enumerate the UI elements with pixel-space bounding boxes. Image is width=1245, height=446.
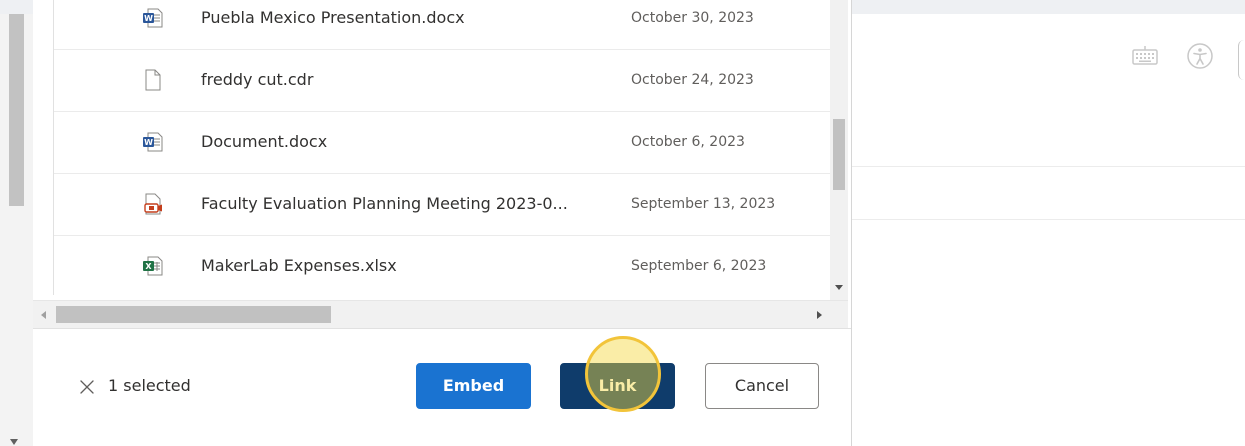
cancel-button[interactable]: Cancel bbox=[705, 363, 819, 409]
link-button[interactable]: Link bbox=[560, 363, 675, 409]
scroll-left-arrow-icon[interactable] bbox=[41, 311, 46, 319]
file-name: MakerLab Expenses.xlsx bbox=[201, 256, 397, 275]
file-name: Puebla Mexico Presentation.docx bbox=[201, 8, 465, 27]
file-row[interactable]: X MakerLab Expenses.xlsx September 6, 20… bbox=[54, 235, 830, 295]
page-side-panel-edge[interactable] bbox=[1238, 40, 1245, 80]
scroll-down-arrow-icon[interactable] bbox=[10, 439, 18, 445]
file-date: October 24, 2023 bbox=[631, 72, 754, 88]
horizontal-scrollbar-thumb[interactable] bbox=[56, 306, 331, 323]
svg-text:W: W bbox=[144, 14, 153, 23]
file-date: September 6, 2023 bbox=[631, 258, 767, 274]
file-name: Faculty Evaluation Planning Meeting 2023… bbox=[201, 194, 568, 213]
close-icon[interactable] bbox=[77, 377, 97, 397]
vertical-scrollbar-thumb[interactable] bbox=[833, 119, 845, 190]
file-picker-dialog: W Puebla Mexico Presentation.docx Octobe… bbox=[33, 0, 852, 446]
excel-file-icon: X bbox=[143, 256, 163, 276]
file-name: freddy cut.cdr bbox=[201, 70, 314, 89]
file-row[interactable]: W Document.docx October 6, 2023 bbox=[54, 111, 830, 174]
file-row[interactable]: freddy cut.cdr October 24, 2023 bbox=[54, 49, 830, 112]
file-list-horizontal-scrollbar[interactable] bbox=[33, 300, 848, 328]
embed-button[interactable]: Embed bbox=[416, 363, 531, 409]
word-file-icon: W bbox=[143, 132, 163, 152]
keyboard-icon[interactable] bbox=[1129, 40, 1161, 72]
recording-file-icon bbox=[144, 193, 162, 215]
word-file-icon: W bbox=[143, 8, 163, 28]
accessibility-icon[interactable] bbox=[1184, 40, 1216, 72]
scroll-right-arrow-icon[interactable] bbox=[817, 311, 822, 319]
file-row[interactable]: W Puebla Mexico Presentation.docx Octobe… bbox=[54, 0, 830, 50]
file-date: September 13, 2023 bbox=[631, 196, 776, 212]
page-divider bbox=[852, 219, 1245, 220]
page-scrollbar[interactable] bbox=[0, 14, 33, 446]
file-date: October 6, 2023 bbox=[631, 134, 745, 150]
footer-divider bbox=[33, 328, 851, 329]
svg-text:W: W bbox=[144, 138, 153, 147]
file-row[interactable]: Faculty Evaluation Planning Meeting 2023… bbox=[54, 173, 830, 236]
page-divider bbox=[852, 166, 1245, 167]
generic-file-icon bbox=[145, 69, 161, 91]
svg-text:X: X bbox=[145, 262, 152, 271]
scroll-down-arrow-icon[interactable] bbox=[835, 285, 843, 290]
file-list-vertical-scrollbar[interactable] bbox=[830, 0, 848, 300]
file-list: W Puebla Mexico Presentation.docx Octobe… bbox=[53, 0, 830, 295]
page-scrollbar-thumb[interactable] bbox=[9, 14, 24, 206]
file-name: Document.docx bbox=[201, 132, 328, 151]
file-date: October 30, 2023 bbox=[631, 10, 754, 26]
selection-count: 1 selected bbox=[108, 376, 191, 395]
